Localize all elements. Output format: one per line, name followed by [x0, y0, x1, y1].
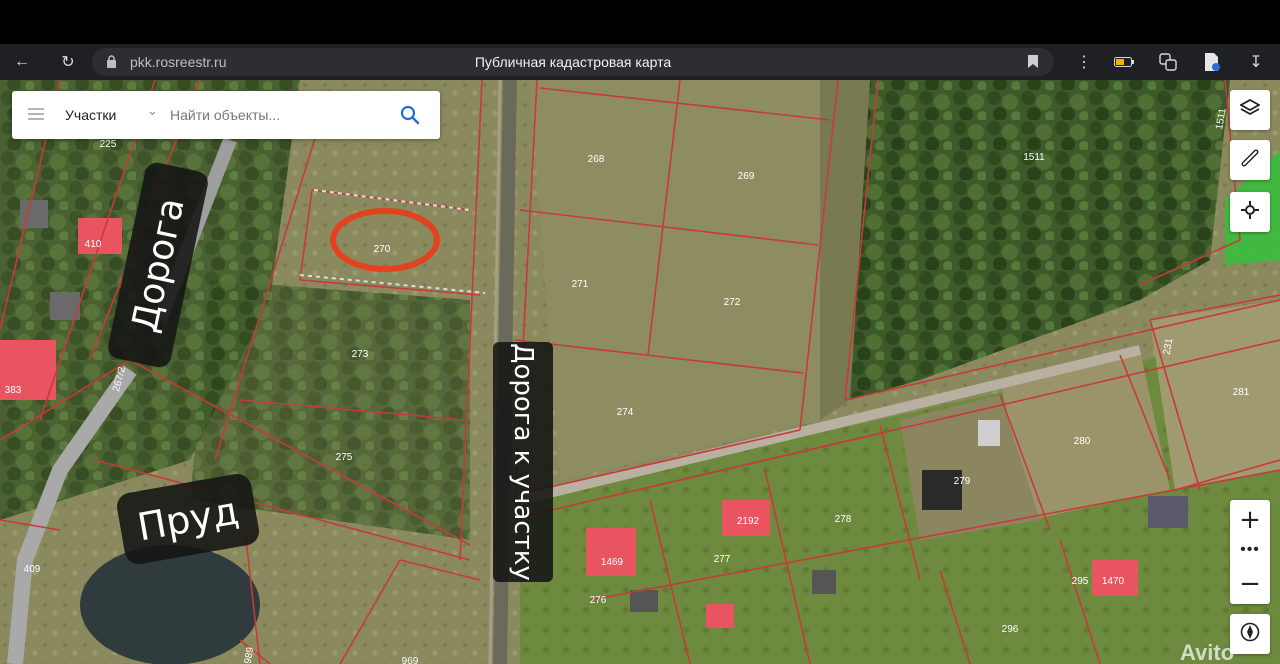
- ruler-icon: [1241, 149, 1259, 172]
- ruler-button[interactable]: [1230, 140, 1270, 180]
- parcel-label: 268: [588, 154, 605, 165]
- parcel-label: 278: [835, 514, 852, 525]
- parcel-label: 969: [402, 656, 419, 664]
- page-info-icon[interactable]: [1200, 50, 1224, 74]
- parcel-label: 270: [374, 244, 391, 255]
- parcel-label: 1470: [1102, 576, 1125, 587]
- locate-icon: [1241, 200, 1259, 224]
- parcel-label: 296: [1002, 624, 1019, 635]
- layers-icon: [1239, 98, 1261, 122]
- more-icon[interactable]: •••: [1230, 538, 1270, 562]
- parcel-label: 409: [24, 564, 41, 575]
- parcel-label: 276: [590, 595, 607, 606]
- parcel-label: 383: [5, 385, 22, 396]
- compass-button[interactable]: [1230, 614, 1270, 654]
- parcel-label: 277: [714, 554, 731, 565]
- parcel-label: 275: [336, 452, 353, 463]
- category-select[interactable]: Участки: [65, 107, 116, 123]
- chevron-down-icon[interactable]: ⌄: [147, 103, 158, 119]
- parcel-label: 280: [1074, 436, 1091, 447]
- zoom-in-icon[interactable]: +: [1230, 502, 1270, 538]
- parcel-label: 281: [1233, 387, 1250, 398]
- parcel-label: 1511: [1023, 152, 1045, 163]
- parcel-label: 274: [617, 407, 634, 418]
- layers-button[interactable]: [1230, 90, 1270, 130]
- parcel-label: 410: [85, 239, 102, 250]
- back-icon[interactable]: ←: [10, 50, 34, 74]
- parcel-label: 2192: [737, 516, 760, 527]
- pond-water: [80, 545, 260, 664]
- search-input[interactable]: [170, 103, 390, 127]
- zoom-out-icon[interactable]: −: [1230, 566, 1270, 602]
- browser-toolbar: ← ↻ pkk.rosreestr.ru Публичная кадастров…: [0, 44, 1280, 80]
- search-panel: Участки ⌄: [12, 91, 440, 139]
- avito-watermark: Avito: [1180, 640, 1235, 664]
- parcel-label: 225: [100, 139, 117, 150]
- page-title: Публичная кадастровая карта: [474, 54, 672, 70]
- parcel-label: 269: [738, 171, 755, 182]
- reload-icon[interactable]: ↻: [56, 50, 80, 74]
- parcel-label: 272: [724, 297, 741, 308]
- top-black-bar: [0, 0, 1280, 44]
- road-to-plot-label: Дорога к участку: [493, 342, 553, 582]
- battery-icon: [1112, 50, 1136, 74]
- search-icon[interactable]: [400, 105, 422, 127]
- translate-icon[interactable]: [1156, 50, 1180, 74]
- download-icon[interactable]: ↧: [1244, 50, 1268, 74]
- parcel-label: 271: [572, 279, 589, 290]
- locate-button[interactable]: [1230, 192, 1270, 232]
- parcel-label: 295: [1072, 576, 1089, 587]
- address-bar[interactable]: pkk.rosreestr.ru Публичная кадастровая к…: [92, 48, 1054, 76]
- compass-icon: [1240, 622, 1260, 647]
- parcel-label: 279: [954, 476, 971, 487]
- cadastral-map[interactable]: 225 410 383 267/2 409 268 269 270 271 27…: [0, 80, 1280, 664]
- bookmark-icon[interactable]: [1028, 55, 1038, 71]
- more-vertical-icon[interactable]: ⋮: [1072, 50, 1096, 74]
- zoom-control: + ••• −: [1230, 500, 1270, 604]
- menu-icon[interactable]: [28, 108, 44, 120]
- parcel-label: 1469: [601, 557, 624, 568]
- parcel-label: 273: [352, 349, 369, 360]
